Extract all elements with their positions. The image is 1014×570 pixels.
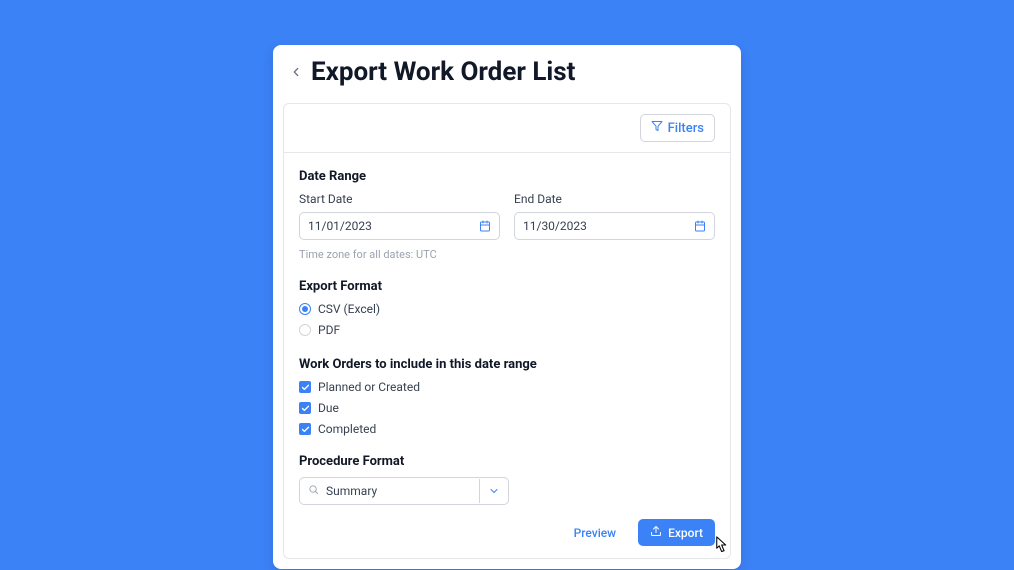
- procedure-section: Procedure Format Summary: [299, 454, 715, 505]
- planned-check-label: Planned or Created: [318, 380, 420, 394]
- filter-icon: [651, 120, 663, 136]
- completed-check-label: Completed: [318, 422, 376, 436]
- pdf-radio-label: PDF: [318, 323, 340, 337]
- chevron-down-icon: [479, 479, 508, 503]
- filters-button[interactable]: Filters: [640, 114, 715, 142]
- chevron-left-icon[interactable]: [289, 64, 303, 80]
- due-check-row[interactable]: Due: [299, 401, 715, 415]
- footer-actions: Preview Export: [299, 519, 715, 546]
- export-label: Export: [668, 526, 703, 540]
- checkbox-icon: [299, 402, 311, 414]
- preview-label: Preview: [574, 526, 617, 540]
- calendar-icon: [694, 220, 706, 232]
- checkbox-icon: [299, 381, 311, 393]
- page-title: Export Work Order List: [311, 57, 575, 87]
- select-value: Summary: [326, 484, 377, 498]
- end-date-group: End Date 11/30/2023: [514, 192, 715, 240]
- end-date-input[interactable]: 11/30/2023: [514, 212, 715, 240]
- select-main: Summary: [300, 478, 479, 504]
- checkbox-icon: [299, 423, 311, 435]
- content-card: Filters Date Range Start Date 11/01/2023…: [283, 103, 731, 559]
- timezone-helper: Time zone for all dates: UTC: [299, 248, 715, 261]
- end-date-value: 11/30/2023: [523, 219, 694, 233]
- pdf-radio-row[interactable]: PDF: [299, 323, 715, 337]
- csv-radio-row[interactable]: CSV (Excel): [299, 302, 715, 316]
- calendar-icon: [479, 220, 491, 232]
- export-format-heading: Export Format: [299, 279, 715, 294]
- procedure-select[interactable]: Summary: [299, 477, 509, 505]
- filters-row: Filters: [284, 104, 730, 153]
- planned-check-row[interactable]: Planned or Created: [299, 380, 715, 394]
- export-button[interactable]: Export: [638, 519, 715, 546]
- filters-label: Filters: [668, 121, 704, 136]
- modal-header: Export Work Order List: [273, 45, 741, 97]
- start-date-value: 11/01/2023: [308, 219, 479, 233]
- export-icon: [650, 525, 662, 540]
- date-row: Start Date 11/01/2023 End Date 11/30/202…: [299, 192, 715, 240]
- export-format-section: Export Format CSV (Excel) PDF: [299, 279, 715, 337]
- work-orders-section: Work Orders to include in this date rang…: [299, 357, 715, 436]
- start-date-label: Start Date: [299, 192, 500, 206]
- date-range-heading: Date Range: [299, 169, 715, 184]
- due-check-label: Due: [318, 401, 339, 415]
- work-orders-heading: Work Orders to include in this date rang…: [299, 357, 715, 372]
- start-date-group: Start Date 11/01/2023: [299, 192, 500, 240]
- radio-icon: [299, 324, 311, 336]
- export-modal: Export Work Order List Filters Date Rang…: [273, 45, 741, 569]
- start-date-input[interactable]: 11/01/2023: [299, 212, 500, 240]
- preview-button[interactable]: Preview: [562, 520, 629, 546]
- completed-check-row[interactable]: Completed: [299, 422, 715, 436]
- content-body: Date Range Start Date 11/01/2023 End Dat…: [284, 153, 730, 558]
- end-date-label: End Date: [514, 192, 715, 206]
- csv-radio-label: CSV (Excel): [318, 302, 380, 316]
- search-icon: [308, 484, 319, 498]
- radio-icon: [299, 303, 311, 315]
- cursor-pointer-icon: [707, 532, 733, 562]
- procedure-heading: Procedure Format: [299, 454, 715, 469]
